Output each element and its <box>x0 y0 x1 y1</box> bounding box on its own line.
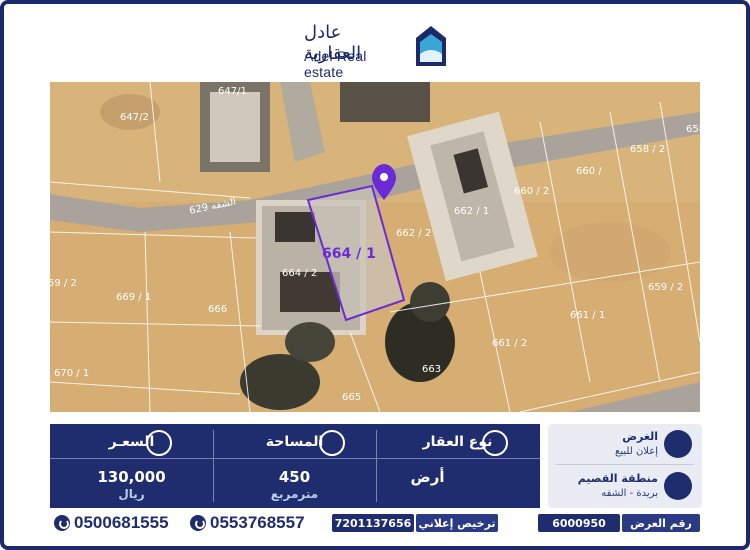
money-icon <box>146 430 172 456</box>
phone-1[interactable]: 0500681555 <box>54 512 169 534</box>
parcel-label: 666 <box>208 304 227 315</box>
whatsapp-icon <box>190 515 206 531</box>
whatsapp-icon <box>54 515 70 531</box>
price-column: السعـر 130,000 ريال <box>50 424 213 508</box>
area-icon <box>319 430 345 456</box>
divider <box>556 464 694 465</box>
parcel-label: 658 <box>686 124 700 135</box>
location-value: بريدة - الشفه <box>601 488 658 499</box>
offer-label: رقم العرض <box>622 514 700 532</box>
parcel-label: 665 <box>342 392 361 403</box>
offer-title: الغرض <box>622 430 658 443</box>
parcel-label: 59 / 2 <box>50 278 77 289</box>
type-column: نوع العقار أرض <box>376 424 539 508</box>
parcel-label: 664 / 2 <box>282 268 317 279</box>
location-row: منطقة القصيم بريدة - الشفه <box>548 466 702 506</box>
parcel-label-highlighted: 664 / 1 <box>322 246 376 262</box>
location-icon <box>664 472 692 500</box>
parcel-label: 663 <box>422 364 441 375</box>
phone-number[interactable]: 0500681555 <box>74 513 169 533</box>
parcel-label: 660 / 2 <box>514 186 549 197</box>
parcel-label: 659 / 2 <box>648 282 683 293</box>
home-icon <box>482 430 508 456</box>
license-label: ترخيص إعلاني <box>416 514 498 532</box>
parcel-label: 661 / 2 <box>492 338 527 349</box>
area-column: المساحة 450 مترمربع <box>213 424 376 508</box>
offer-side-card: الغرض إعلان للبيع منطقة القصيم بريدة - ا… <box>548 424 702 508</box>
parcel-label: 660 / <box>576 166 602 177</box>
brand-logo: عادل العقارية Adel Real estate <box>304 16 454 80</box>
offer-number: 6000950 <box>538 514 620 532</box>
parcel-label: 670 / 1 <box>54 368 89 379</box>
footer: 0500681555 0553768557 7201137656 ترخيص إ… <box>50 512 702 534</box>
building-logo-icon <box>416 26 446 66</box>
area-unit: مترمربع <box>270 487 319 501</box>
property-details-panel: السعـر 130,000 ريال المساحة 450 مترمربع … <box>50 424 540 508</box>
phone-2[interactable]: 0553768557 <box>190 512 305 534</box>
type-value: أرض <box>410 468 445 486</box>
header: عادل العقارية Adel Real estate <box>4 4 746 82</box>
offer-value: إعلان للبيع <box>615 446 658 457</box>
parcel-label: 661 / 1 <box>570 310 605 321</box>
license-number: 7201137656 <box>332 514 414 532</box>
location-title: منطقة القصيم <box>577 472 658 485</box>
area-label: المساحة <box>265 434 324 450</box>
type-label: نوع العقار <box>422 434 493 450</box>
building-icon <box>664 430 692 458</box>
price-unit: ريال <box>118 487 145 501</box>
price-value: 130,000 <box>97 468 166 486</box>
parcel-label: 662 / 2 <box>396 228 431 239</box>
brand-name-en: Adel Real estate <box>304 48 367 80</box>
parcel-label: 669 / 1 <box>116 292 151 303</box>
ad-frame: عادل العقارية Adel Real estate الشفه 629… <box>0 0 750 550</box>
parcel-label: 662 / 1 <box>454 206 489 217</box>
parcel-label: 647/1 <box>218 86 247 97</box>
satellite-map[interactable]: الشفه 629 664 / 1 647/1 647/2 658 658 / … <box>50 82 700 412</box>
phone-number[interactable]: 0553768557 <box>210 513 305 533</box>
parcel-label: 658 / 2 <box>630 144 665 155</box>
offer-row: الغرض إعلان للبيع <box>548 424 702 464</box>
parcel-label: 647/2 <box>120 112 149 123</box>
price-label: السعـر <box>108 434 155 450</box>
